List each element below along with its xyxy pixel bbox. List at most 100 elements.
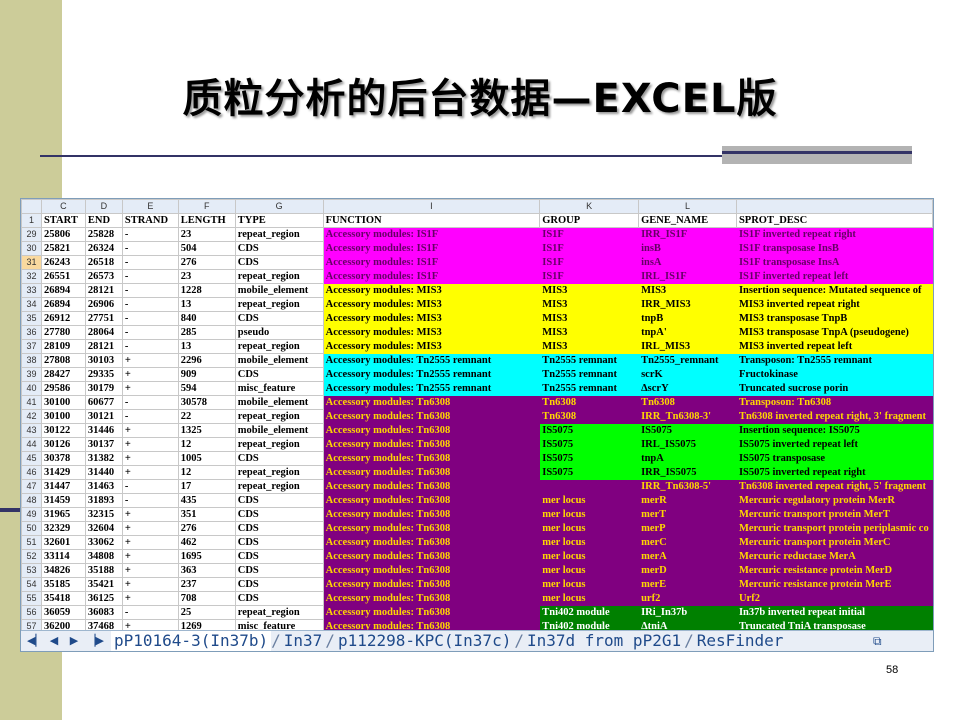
gene-name-cell[interactable]: IRi_In37b: [638, 605, 737, 620]
sheet-tab[interactable]: In37d from pP2G1: [524, 631, 684, 651]
table-cell[interactable]: 31459: [40, 493, 86, 508]
table-cell[interactable]: -: [121, 255, 179, 270]
table-cell[interactable]: CDS: [234, 577, 324, 592]
gene-name-cell[interactable]: tnpA': [638, 325, 737, 340]
table-cell[interactable]: +: [121, 367, 179, 382]
row-number[interactable]: 1: [21, 213, 42, 228]
gene-name-cell[interactable]: IS5075: [638, 423, 737, 438]
sprot-desc-cell[interactable]: Mercuric transport protein periplasmic c…: [735, 521, 933, 536]
table-cell[interactable]: CDS: [234, 521, 324, 536]
group-cell[interactable]: IS5075: [539, 451, 640, 466]
table-cell[interactable]: 25: [177, 605, 236, 620]
table-cell[interactable]: 32601: [40, 535, 86, 550]
gene-name-cell[interactable]: IRR_MIS3: [638, 297, 737, 312]
group-cell[interactable]: IS1F: [539, 255, 640, 270]
row-number[interactable]: 56: [21, 605, 42, 620]
gene-name-cell[interactable]: merC: [638, 535, 737, 550]
row-number[interactable]: 52: [21, 549, 42, 564]
table-cell[interactable]: 22: [177, 409, 236, 424]
table-cell[interactable]: 27780: [40, 325, 86, 340]
row-number[interactable]: 38: [21, 353, 42, 368]
sheet-tab[interactable]: p112298-KPC(In37c): [335, 631, 514, 651]
table-cell[interactable]: -: [121, 325, 179, 340]
group-cell[interactable]: mer locus: [539, 493, 640, 508]
table-cell[interactable]: 32329: [40, 521, 86, 536]
function-cell[interactable]: Accessory modules: IS1F: [322, 241, 541, 256]
sheet-tab[interactable]: pP10164-3(In37b): [111, 631, 272, 651]
column-title[interactable]: END: [84, 213, 123, 228]
sheet-tab[interactable]: In37: [281, 631, 326, 651]
gene-name-cell[interactable]: merP: [638, 521, 737, 536]
table-cell[interactable]: CDS: [234, 563, 324, 578]
table-cell[interactable]: 31440: [84, 465, 123, 480]
table-cell[interactable]: -: [121, 311, 179, 326]
table-cell[interactable]: 30578: [177, 395, 236, 410]
table-cell[interactable]: 30378: [40, 451, 86, 466]
table-cell[interactable]: 30121: [84, 409, 123, 424]
table-cell[interactable]: 31429: [40, 465, 86, 480]
table-cell[interactable]: 60677: [84, 395, 123, 410]
function-cell[interactable]: Accessory modules: Tn6308: [322, 395, 541, 410]
table-cell[interactable]: 26243: [40, 255, 86, 270]
column-letter[interactable]: L: [638, 199, 737, 214]
table-cell[interactable]: -: [121, 605, 179, 620]
column-title[interactable]: STRAND: [121, 213, 179, 228]
function-cell[interactable]: Accessory modules: Tn6308: [322, 479, 541, 494]
sprot-desc-cell[interactable]: IS1F transposase InsA: [735, 255, 933, 270]
table-cell[interactable]: +: [121, 423, 179, 438]
table-cell[interactable]: CDS: [234, 549, 324, 564]
select-all-corner[interactable]: [21, 199, 42, 214]
group-cell[interactable]: mer locus: [539, 521, 640, 536]
table-cell[interactable]: -: [121, 283, 179, 298]
function-cell[interactable]: Accessory modules: MIS3: [322, 325, 541, 340]
table-cell[interactable]: 17: [177, 479, 236, 494]
table-cell[interactable]: +: [121, 465, 179, 480]
table-cell[interactable]: -: [121, 227, 179, 242]
gene-name-cell[interactable]: urf2: [638, 591, 737, 606]
group-cell[interactable]: Tni402 module: [539, 605, 640, 620]
group-cell[interactable]: Tn6308: [539, 395, 640, 410]
column-title[interactable]: START: [40, 213, 86, 228]
table-cell[interactable]: 504: [177, 241, 236, 256]
row-number[interactable]: 34: [21, 297, 42, 312]
sprot-desc-cell[interactable]: MIS3 inverted repeat left: [735, 339, 933, 354]
row-number[interactable]: 30: [21, 241, 42, 256]
gene-name-cell[interactable]: IRR_Tn6308-3': [638, 409, 737, 424]
table-cell[interactable]: mobile_element: [234, 423, 324, 438]
sprot-desc-cell[interactable]: Mercuric resistance protein MerD: [735, 563, 933, 578]
function-cell[interactable]: Accessory modules: Tn6308: [322, 535, 541, 550]
table-cell[interactable]: -: [121, 493, 179, 508]
table-cell[interactable]: +: [121, 381, 179, 396]
column-letter[interactable]: D: [84, 199, 123, 214]
table-cell[interactable]: 26551: [40, 269, 86, 284]
group-cell[interactable]: mer locus: [539, 549, 640, 564]
table-cell[interactable]: repeat_region: [234, 605, 324, 620]
column-title[interactable]: TYPE: [234, 213, 324, 228]
gene-name-cell[interactable]: IRR_IS5075: [638, 465, 737, 480]
row-number[interactable]: 41: [21, 395, 42, 410]
table-cell[interactable]: 32604: [84, 521, 123, 536]
table-cell[interactable]: 29335: [84, 367, 123, 382]
row-number[interactable]: 50: [21, 521, 42, 536]
table-cell[interactable]: repeat_region: [234, 437, 324, 452]
gene-name-cell[interactable]: Tn6308: [638, 395, 737, 410]
table-cell[interactable]: repeat_region: [234, 465, 324, 480]
table-cell[interactable]: 25828: [84, 227, 123, 242]
table-cell[interactable]: 23: [177, 269, 236, 284]
column-letter[interactable]: I: [322, 199, 541, 214]
table-cell[interactable]: 26894: [40, 283, 86, 298]
table-cell[interactable]: 26573: [84, 269, 123, 284]
sprot-desc-cell[interactable]: Tn6308 inverted repeat right, 5' fragmen…: [735, 479, 933, 494]
table-cell[interactable]: CDS: [234, 367, 324, 382]
table-cell[interactable]: +: [121, 451, 179, 466]
table-cell[interactable]: misc_feature: [234, 381, 324, 396]
table-cell[interactable]: repeat_region: [234, 227, 324, 242]
group-cell[interactable]: MIS3: [539, 325, 640, 340]
group-cell[interactable]: Tn2555 remnant: [539, 381, 640, 396]
gene-name-cell[interactable]: merT: [638, 507, 737, 522]
table-cell[interactable]: 35421: [84, 577, 123, 592]
group-cell[interactable]: IS1F: [539, 269, 640, 284]
table-cell[interactable]: CDS: [234, 241, 324, 256]
sprot-desc-cell[interactable]: Mercuric resistance protein MerE: [735, 577, 933, 592]
table-cell[interactable]: 28427: [40, 367, 86, 382]
